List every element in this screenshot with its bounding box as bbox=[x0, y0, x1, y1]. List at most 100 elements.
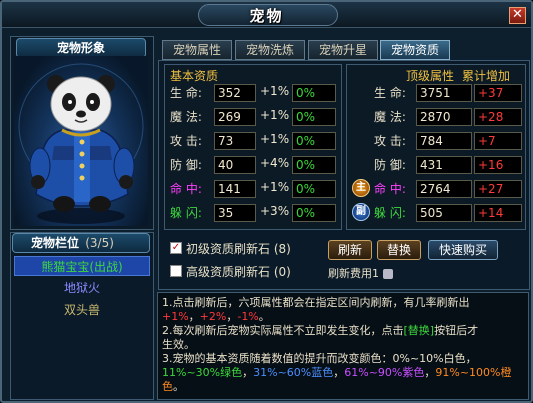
stat-label: 躲 闪: bbox=[374, 206, 406, 220]
stat-label: 生 命: bbox=[170, 86, 202, 100]
desc-sep: ， bbox=[188, 310, 200, 323]
stat-value: 141 bbox=[214, 180, 256, 198]
top-value: 2870 bbox=[416, 108, 472, 126]
stat-pct: +1% bbox=[260, 180, 290, 194]
top-add: +37 bbox=[474, 84, 522, 102]
stat-bonus: 0% bbox=[292, 84, 336, 102]
basic-row-mp: 魔 法: 269 +1% 0% bbox=[170, 108, 340, 126]
main-attribute-badge: 主 bbox=[352, 179, 370, 197]
pet-list-item-panda[interactable]: 熊猫宝宝(出战) bbox=[14, 256, 150, 276]
advanced-stone-checkbox[interactable] bbox=[170, 265, 182, 277]
top-add: +28 bbox=[474, 108, 522, 126]
pet-list-item-twohead[interactable]: 双头兽 bbox=[14, 300, 150, 320]
refresh-cost-text: 刷新费用1 bbox=[328, 267, 379, 280]
basic-row-dodge: 躲 闪: 35 +3% 0% bbox=[170, 204, 340, 222]
top-row-attack: 攻 击: 784 +7 bbox=[374, 132, 524, 150]
cost-coin-icon bbox=[382, 269, 393, 279]
advanced-stone-label: 高级资质刷新石 (0) bbox=[186, 265, 291, 279]
desc-text: 按钮后才 bbox=[434, 324, 479, 337]
basic-row-hp: 生 命: 352 +1% 0% bbox=[170, 84, 340, 102]
basic-row-attack: 攻 击: 73 +1% 0% bbox=[170, 132, 340, 150]
top-value: 505 bbox=[416, 204, 472, 222]
stat-value: 35 bbox=[214, 204, 256, 222]
desc-sep: ， bbox=[424, 366, 436, 379]
stat-bonus: 0% bbox=[292, 132, 336, 150]
pet-list-header: 宠物栏位 (3/5) bbox=[12, 233, 150, 253]
stat-value: 352 bbox=[214, 84, 256, 102]
top-value: 431 bbox=[416, 156, 472, 174]
stat-pct: +1% bbox=[260, 84, 290, 98]
stat-label: 魔 法: bbox=[374, 110, 406, 124]
stat-label: 魔 法: bbox=[170, 110, 202, 124]
primary-stone-label: 初级资质刷新石 (8) bbox=[186, 242, 291, 256]
refresh-cost: 刷新费用1 bbox=[328, 265, 393, 281]
top-row-hit: 命 中: 2764 +27 bbox=[374, 180, 524, 198]
close-button[interactable]: ✕ bbox=[509, 7, 526, 24]
stat-label: 躲 闪: bbox=[170, 206, 202, 220]
desc-blue: 31%~60%蓝色 bbox=[253, 366, 334, 379]
top-add: +7 bbox=[474, 132, 522, 150]
stat-pct: +4% bbox=[260, 156, 290, 170]
desc-purple: 61%~90%紫色 bbox=[344, 366, 425, 379]
tab-pet-star[interactable]: 宠物升星 bbox=[308, 40, 378, 60]
description-box: 1.点击刷新后，六项属性都会在指定区间内刷新，有几率刷新出 +1%，+2%，-1… bbox=[157, 292, 529, 400]
desc-line-2: +1%，+2%，-1%。 bbox=[162, 310, 524, 324]
basic-aptitude-title: 基本资质 bbox=[170, 69, 219, 83]
tab-pet-refine[interactable]: 宠物洗炼 bbox=[235, 40, 305, 60]
title-bar: 宠物 ✕ bbox=[2, 2, 531, 28]
stat-pct: +1% bbox=[260, 108, 290, 122]
desc-pct-2: +2% bbox=[199, 310, 227, 323]
stat-value: 269 bbox=[214, 108, 256, 126]
window-title: 宠物 bbox=[249, 7, 284, 25]
pet-name: 地狱火 bbox=[63, 281, 100, 295]
quick-buy-button[interactable]: 快速购买 bbox=[428, 240, 498, 260]
stat-bonus: 0% bbox=[292, 204, 336, 222]
stat-label: 防 御: bbox=[374, 158, 406, 172]
pet-name: 熊猫宝宝(出战) bbox=[41, 260, 123, 274]
desc-replace-link: [替换] bbox=[403, 324, 435, 337]
desc-sep: 。 bbox=[258, 310, 270, 323]
primary-stone-checkbox[interactable]: ✓ bbox=[170, 242, 182, 254]
tab-pet-attributes[interactable]: 宠物属性 bbox=[162, 40, 232, 60]
desc-line-4: 生效。 bbox=[162, 338, 195, 351]
panda-pet-image bbox=[14, 56, 148, 226]
stat-label: 防 御: bbox=[170, 158, 202, 172]
desc-line-6: 11%~30%绿色，31%~60%蓝色，61%~90%紫色，91%~100%橙色… bbox=[162, 366, 524, 394]
cumulative-increase-title: 累计增加 bbox=[462, 69, 511, 83]
stat-value: 73 bbox=[214, 132, 256, 150]
top-add: +27 bbox=[474, 180, 522, 198]
top-value: 2764 bbox=[416, 180, 472, 198]
sub-attribute-badge: 副 bbox=[352, 203, 370, 221]
pet-list-count: (3/5) bbox=[85, 236, 114, 250]
pet-list-title: 宠物栏位 bbox=[31, 236, 80, 250]
desc-pct-3: -1% bbox=[237, 310, 259, 323]
replace-button[interactable]: 替换 bbox=[377, 240, 421, 260]
top-row-hp: 生 命: 3751 +37 bbox=[374, 84, 524, 102]
stat-label: 攻 击: bbox=[170, 134, 202, 148]
stat-pct: +3% bbox=[260, 204, 290, 218]
pet-name: 双头兽 bbox=[63, 303, 100, 317]
pet-window: 宠物 ✕ 宠物形象 宠物栏位 (3/5) 熊猫宝宝(出战) 地狱火 双头兽 宠物… bbox=[0, 0, 533, 403]
top-value: 3751 bbox=[416, 84, 472, 102]
top-value: 784 bbox=[416, 132, 472, 150]
stat-label: 命 中: bbox=[374, 182, 406, 196]
refresh-button[interactable]: 刷新 bbox=[328, 240, 372, 260]
stat-label: 命 中: bbox=[170, 182, 202, 196]
stat-bonus: 0% bbox=[292, 180, 336, 198]
top-row-dodge: 躲 闪: 505 +14 bbox=[374, 204, 524, 222]
top-add: +14 bbox=[474, 204, 522, 222]
desc-pct-1: +1% bbox=[162, 310, 189, 323]
stat-label: 攻 击: bbox=[374, 134, 406, 148]
top-row-defense: 防 御: 431 +16 bbox=[374, 156, 524, 174]
pet-list-item-hellfire[interactable]: 地狱火 bbox=[14, 278, 150, 298]
desc-sep: ， bbox=[333, 366, 345, 379]
top-attributes-title: 顶级属性 bbox=[406, 69, 455, 83]
stat-pct: +1% bbox=[260, 132, 290, 146]
desc-green: 11%~30%绿色 bbox=[162, 366, 243, 379]
tab-pet-aptitude[interactable]: 宠物资质 bbox=[380, 40, 450, 60]
panda-icon bbox=[18, 63, 144, 224]
stat-bonus: 0% bbox=[292, 156, 336, 174]
desc-line-5: 3.宠物的基本资质随着数值的提升而改变颜色：0%~10%白色， bbox=[162, 352, 477, 365]
desc-sep: 。 bbox=[173, 380, 184, 393]
stat-value: 40 bbox=[214, 156, 256, 174]
